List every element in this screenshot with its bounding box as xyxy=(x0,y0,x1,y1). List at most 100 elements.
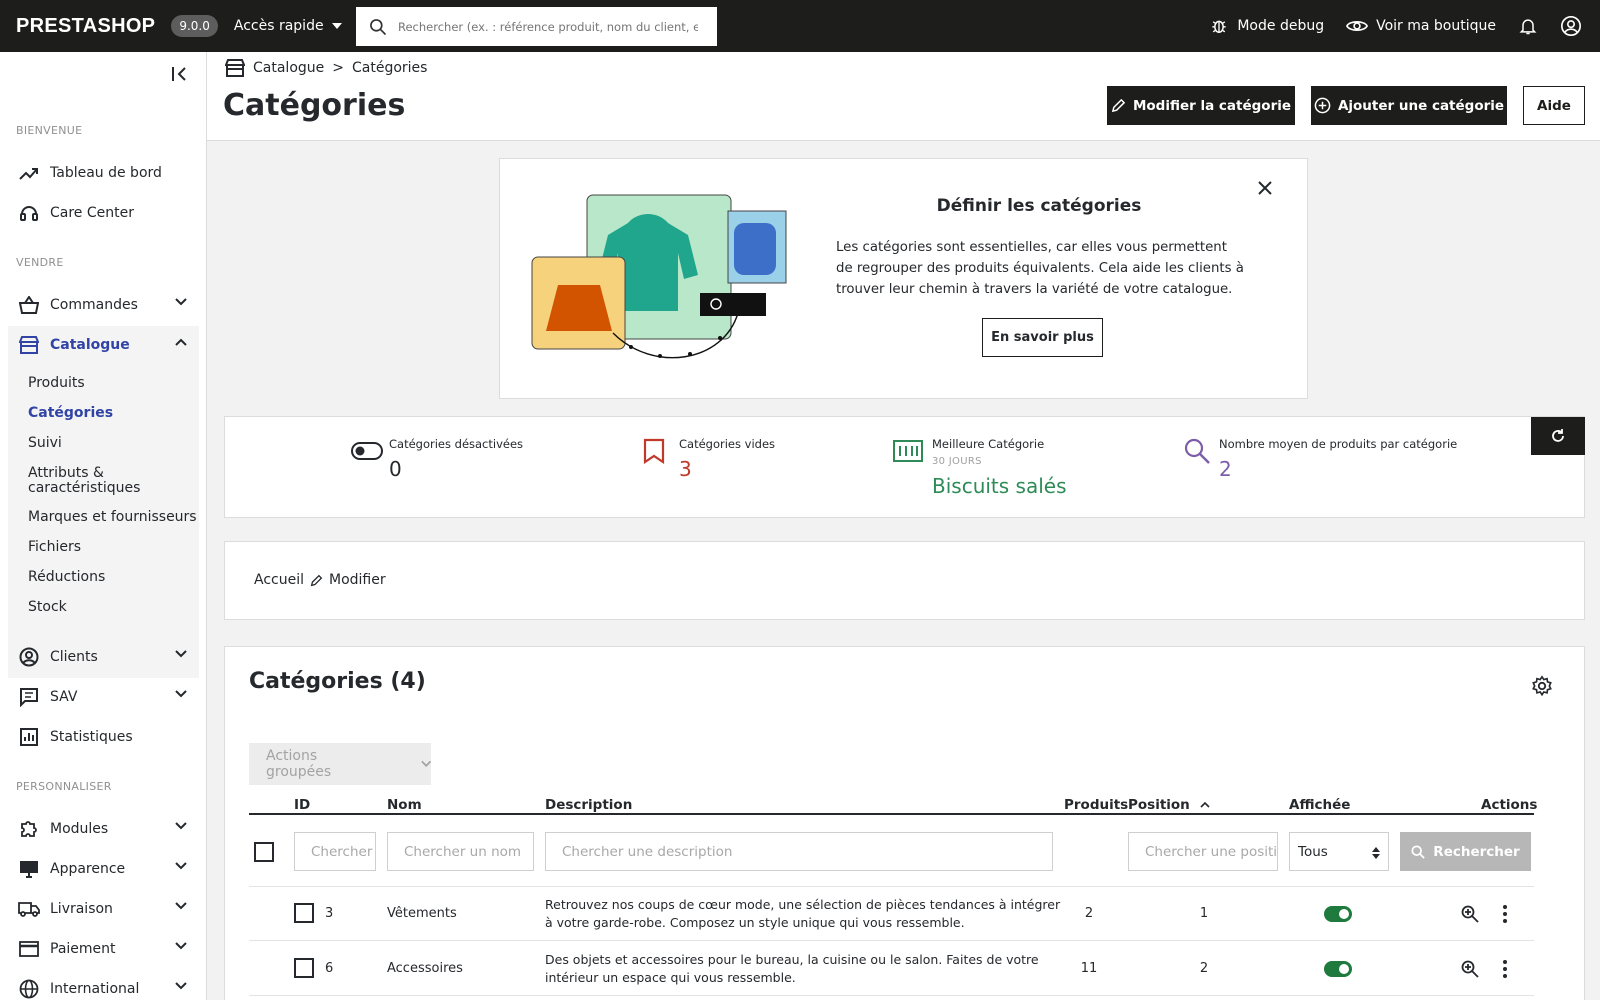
prestashop-logo[interactable]: PRESTASHOP xyxy=(16,15,155,38)
filter-description-input[interactable] xyxy=(545,832,1053,871)
close-icon[interactable] xyxy=(1257,180,1273,196)
sidebar-item-label: Livraison xyxy=(50,901,113,917)
submenu-item-files[interactable]: Fichiers xyxy=(28,540,81,555)
global-search[interactable] xyxy=(356,7,717,46)
row-id: 6 xyxy=(325,961,334,976)
page-header: Catalogue > Catégories Catégories Modifi… xyxy=(207,52,1600,141)
submenu-item-products[interactable]: Produits xyxy=(28,376,85,391)
search-button-label: Rechercher xyxy=(1433,843,1520,860)
sidebar-item-appearance[interactable]: Apparence xyxy=(8,850,199,888)
sidebar-item-dashboard[interactable]: Tableau de bord xyxy=(8,154,199,192)
edit-category-button[interactable]: Modifier la catégorie xyxy=(1107,86,1295,125)
chevron-down-icon xyxy=(175,862,187,870)
search-icon xyxy=(1184,438,1210,464)
add-circle-icon xyxy=(1314,97,1331,114)
sidebar-item-sav[interactable]: SAV xyxy=(8,678,199,716)
add-category-button[interactable]: Ajouter une catégorie xyxy=(1311,86,1507,125)
column-displayed[interactable]: Affichée xyxy=(1289,797,1350,813)
kpi-label: Nombre moyen de produits par catégorie xyxy=(1219,437,1458,451)
quick-access-menu[interactable]: Accès rapide xyxy=(234,18,342,34)
category-edit-link[interactable]: Modifier xyxy=(329,572,386,588)
refresh-kpi-button[interactable] xyxy=(1531,417,1585,455)
learn-more-button[interactable]: En savoir plus xyxy=(982,318,1103,357)
row-checkbox[interactable] xyxy=(294,903,314,923)
quick-access-label: Accès rapide xyxy=(233,18,324,34)
submenu-item-discounts[interactable]: Réductions xyxy=(28,570,105,585)
more-vertical-icon[interactable] xyxy=(1502,904,1508,924)
sidebar-item-customers[interactable]: Clients xyxy=(8,638,199,676)
debug-mode-label: Mode debug xyxy=(1237,18,1325,34)
column-name[interactable]: Nom xyxy=(387,797,422,813)
search-button[interactable]: Rechercher xyxy=(1400,832,1531,871)
money-icon xyxy=(893,440,923,462)
chevron-down-icon xyxy=(420,760,431,767)
column-position[interactable]: Position xyxy=(1128,797,1210,813)
zoom-icon[interactable] xyxy=(1461,960,1479,978)
sidebar-item-label: Care Center xyxy=(50,205,134,221)
credit-card-icon xyxy=(18,938,40,960)
row-displayed-toggle[interactable] xyxy=(1324,906,1352,922)
sidebar-item-catalog[interactable]: Catalogue xyxy=(8,326,199,364)
column-actions: Actions xyxy=(1481,797,1538,813)
row-displayed-toggle[interactable] xyxy=(1324,961,1352,977)
debug-mode-link[interactable]: Mode debug xyxy=(1209,16,1324,36)
sidebar-item-label: Clients xyxy=(50,649,98,665)
table-row[interactable]: 3 Vêtements Retrouvez nos coups de cœur … xyxy=(249,887,1534,941)
bulk-actions-dropdown[interactable]: Actions groupées xyxy=(249,743,431,785)
sidebar-item-stats[interactable]: Statistiques xyxy=(8,718,199,756)
gear-icon[interactable] xyxy=(1531,675,1553,697)
global-search-input[interactable] xyxy=(398,19,698,34)
search-icon xyxy=(1411,844,1426,859)
sidebar-item-modules[interactable]: Modules xyxy=(8,810,199,848)
more-vertical-icon[interactable] xyxy=(1502,959,1508,979)
select-all-checkbox[interactable] xyxy=(254,842,274,862)
sidebar-item-payment[interactable]: Paiement xyxy=(8,930,199,968)
submenu-item-attributes[interactable]: Attributs & caractéristiques xyxy=(28,466,178,496)
category-home-link[interactable]: Accueil xyxy=(254,572,304,588)
headset-icon xyxy=(18,202,40,224)
row-checkbox[interactable] xyxy=(294,958,314,978)
sidebar-item-label: Catalogue xyxy=(50,337,130,353)
submenu-item-monitoring[interactable]: Suivi xyxy=(28,436,62,451)
collapse-sidebar-icon[interactable] xyxy=(170,64,190,84)
submenu-item-categories[interactable]: Catégories xyxy=(28,406,113,421)
filter-id-input[interactable] xyxy=(294,832,376,871)
bell-icon[interactable] xyxy=(1518,16,1538,36)
section-label-welcome: BIENVENUE xyxy=(16,124,83,137)
category-intro-card: Définir les catégories Les catégories so… xyxy=(499,158,1308,399)
sidebar-item-shipping[interactable]: Livraison xyxy=(8,890,199,928)
kpi-value: 2 xyxy=(1219,457,1232,481)
chevron-down-icon xyxy=(175,902,187,910)
row-position[interactable]: 1 xyxy=(1174,906,1234,921)
account-icon[interactable] xyxy=(1560,15,1582,37)
filter-name-input[interactable] xyxy=(387,832,534,871)
sidebar-item-care-center[interactable]: Care Center xyxy=(8,194,199,232)
kpi-value: 0 xyxy=(389,457,402,481)
row-position[interactable]: 2 xyxy=(1174,961,1234,976)
sidebar-item-international[interactable]: International xyxy=(8,970,199,1000)
section-label-customize: PERSONNALISER xyxy=(16,780,112,793)
filter-position-input[interactable] xyxy=(1128,832,1278,871)
breadcrumb-separator: > xyxy=(332,60,344,76)
chevron-down-icon xyxy=(175,650,187,658)
submenu-item-stock[interactable]: Stock xyxy=(28,600,67,615)
kpi-label: Catégories désactivées xyxy=(389,437,524,451)
table-row[interactable]: 6 Accessoires Des objets et accessoires … xyxy=(249,942,1534,996)
view-shop-link[interactable]: Voir ma boutique xyxy=(1346,18,1496,34)
top-bar: PRESTASHOP 9.0.0 Accès rapide Mode debug… xyxy=(0,0,1600,52)
desktop-icon xyxy=(18,858,40,880)
help-button[interactable]: Aide xyxy=(1523,86,1585,125)
row-name: Accessoires xyxy=(387,961,463,976)
column-products[interactable]: Produits xyxy=(1064,797,1128,813)
filter-displayed-select[interactable]: Tous xyxy=(1289,832,1389,871)
column-description[interactable]: Description xyxy=(545,797,632,813)
column-id[interactable]: ID xyxy=(294,797,310,813)
bulk-actions-label: Actions groupées xyxy=(266,748,332,780)
breadcrumb-catalog[interactable]: Catalogue xyxy=(253,60,324,76)
sidebar-item-orders[interactable]: Commandes xyxy=(8,286,199,324)
submenu-item-brands[interactable]: Marques et fournisseurs xyxy=(28,510,197,525)
zoom-icon[interactable] xyxy=(1461,905,1479,923)
refresh-icon xyxy=(1552,429,1564,442)
category-tree-path: Accueil Modifier xyxy=(254,572,386,588)
bar-chart-icon xyxy=(18,726,40,748)
